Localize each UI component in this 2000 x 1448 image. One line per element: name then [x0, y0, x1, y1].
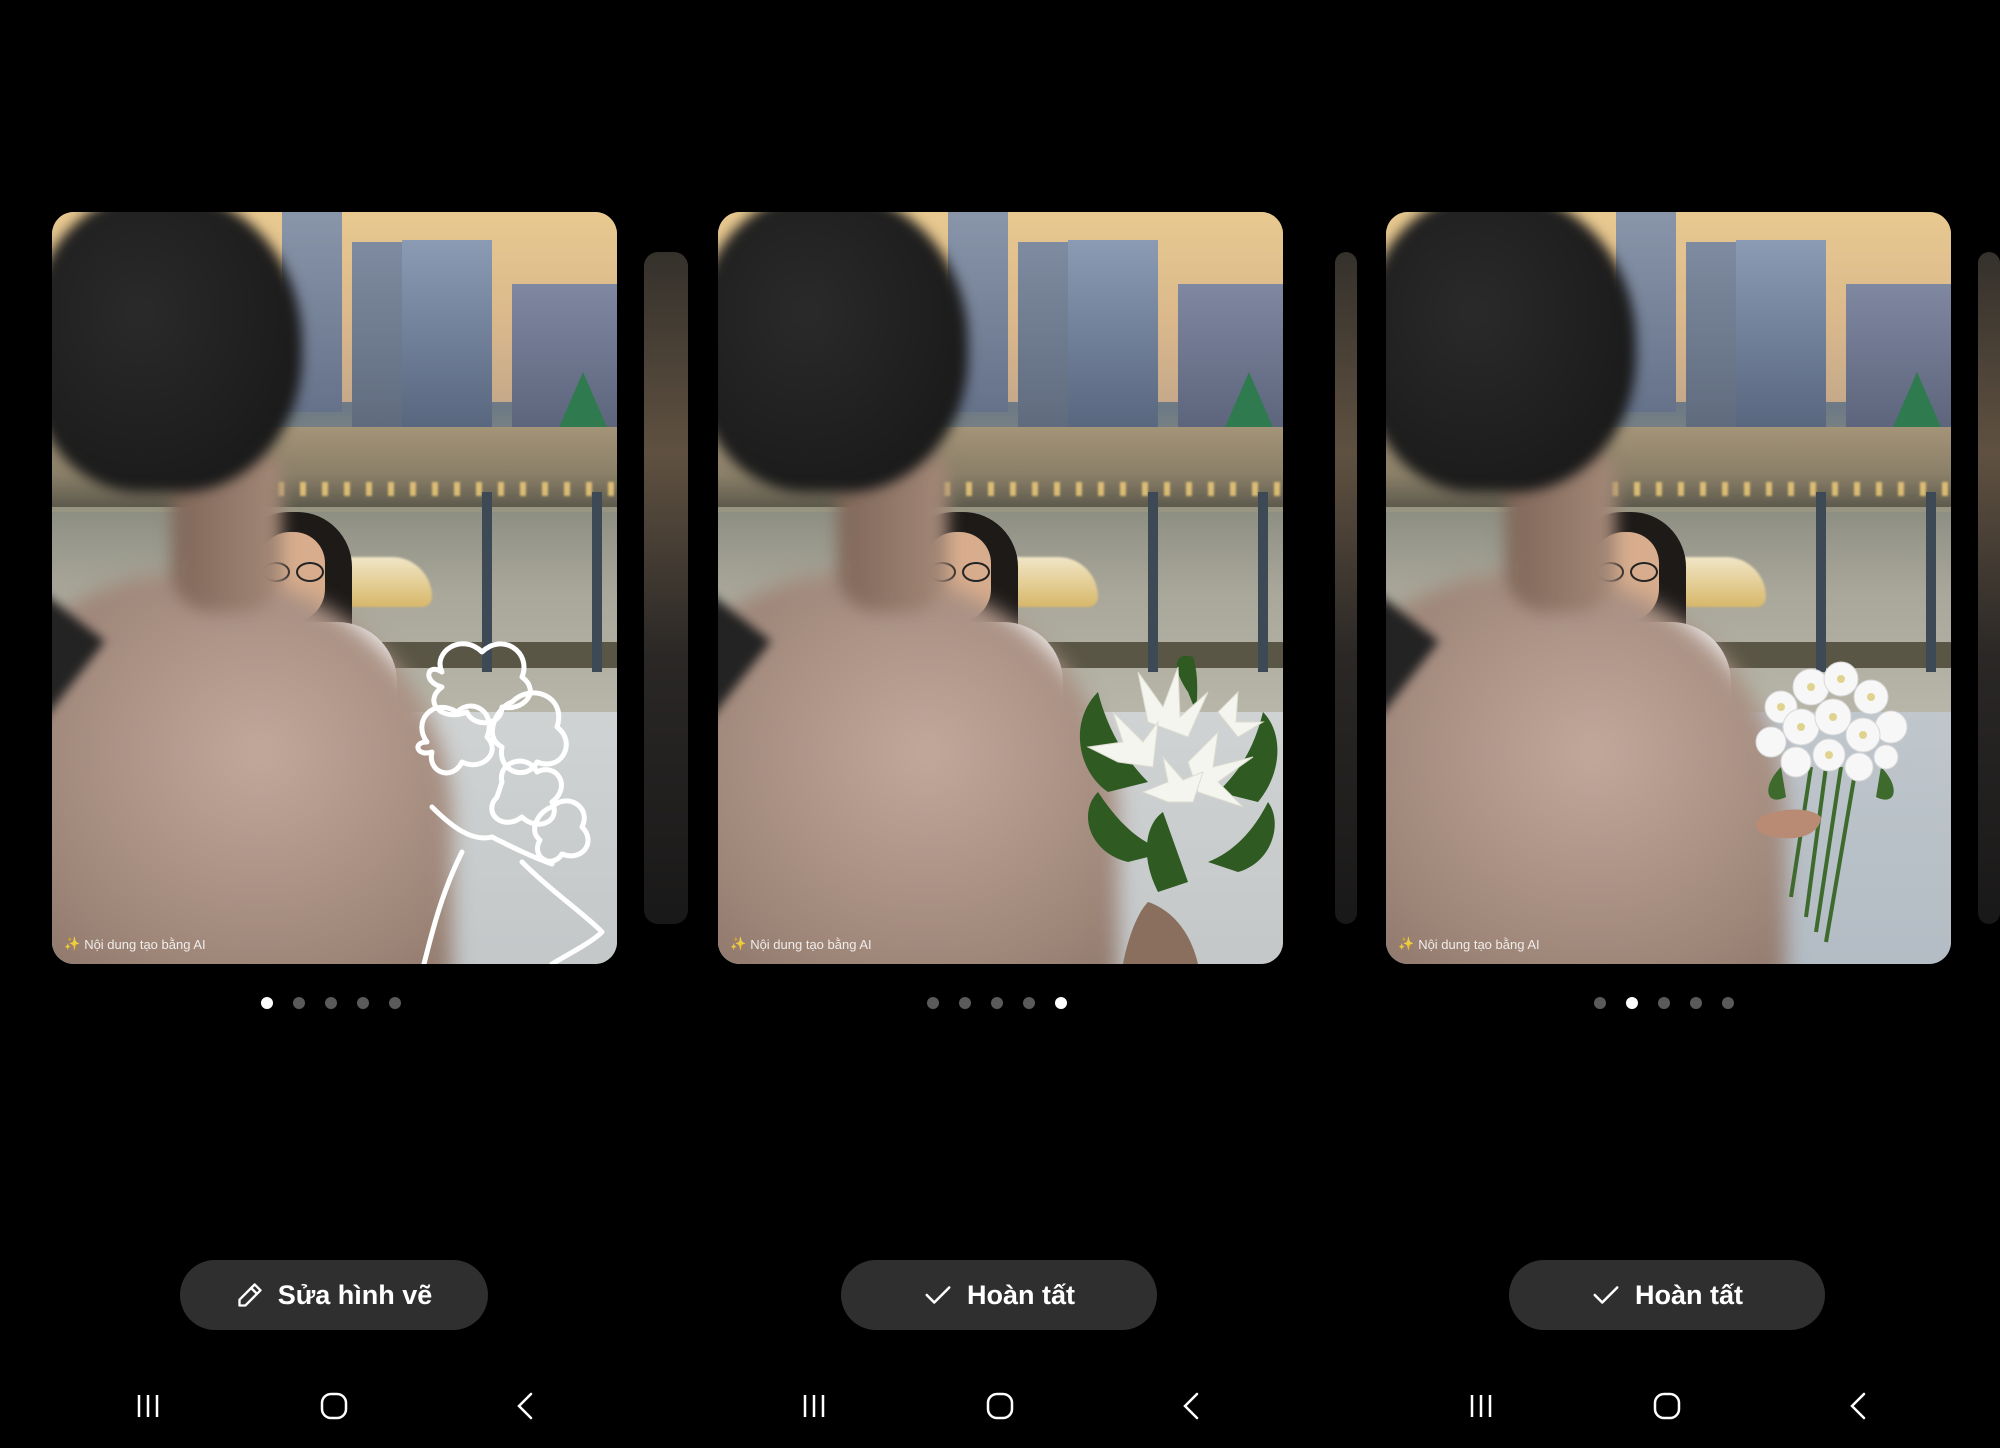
- edit-drawing-button[interactable]: Sửa hình vẽ: [180, 1260, 488, 1330]
- sparkle-icon: ✨: [64, 936, 81, 951]
- tower-roof: [557, 372, 609, 432]
- ai-content-label: ✨ Nội dung tạo bằng AI: [1398, 936, 1540, 952]
- building: [402, 240, 492, 440]
- home-icon: [320, 1392, 348, 1420]
- page-dot[interactable]: [991, 997, 1003, 1009]
- pole: [1816, 492, 1826, 672]
- sparkle-icon: ✨: [730, 936, 747, 951]
- page-dot[interactable]: [1626, 997, 1638, 1009]
- page-dot[interactable]: [1055, 997, 1067, 1009]
- page-dot[interactable]: [325, 997, 337, 1009]
- ai-content-label-text: Nội dung tạo bằng AI: [1418, 936, 1540, 952]
- edit-drawing-label: Sửa hình vẽ: [277, 1279, 433, 1310]
- page-dot[interactable]: [1690, 997, 1702, 1009]
- pole: [1926, 492, 1936, 672]
- check-icon: [925, 1286, 951, 1304]
- ai-content-label: ✨ Nội dung tạo bằng AI: [64, 936, 206, 952]
- home-button[interactable]: [316, 1386, 352, 1426]
- home-button[interactable]: [1649, 1386, 1685, 1426]
- page-dot[interactable]: [293, 997, 305, 1009]
- page-dot[interactable]: [959, 997, 971, 1009]
- page-dot[interactable]: [1023, 997, 1035, 1009]
- panel-chrysanthemum: ✨ Nội dung tạo bằng AI Hoàn tất: [1333, 0, 2000, 1448]
- done-label: Hoàn tất: [967, 1279, 1075, 1310]
- check-icon: [1593, 1286, 1619, 1304]
- page-indicator: [1594, 997, 1734, 1009]
- back-button[interactable]: [508, 1386, 544, 1426]
- page-dot[interactable]: [261, 997, 273, 1009]
- page-dot[interactable]: [1722, 997, 1734, 1009]
- home-button[interactable]: [982, 1386, 1018, 1426]
- recent-apps-icon: [803, 1395, 825, 1417]
- back-icon: [1850, 1392, 1866, 1420]
- page-dot[interactable]: [357, 997, 369, 1009]
- back-icon: [517, 1392, 533, 1420]
- recent-apps-icon: [137, 1395, 159, 1417]
- page-indicator: [927, 997, 1067, 1009]
- page-indicator: [261, 997, 401, 1009]
- done-button[interactable]: Hoàn tất: [1509, 1260, 1825, 1330]
- back-button[interactable]: [1174, 1386, 1210, 1426]
- sparkle-icon: ✨: [1398, 936, 1415, 951]
- photo-card[interactable]: ✨ Nội dung tạo bằng AI: [718, 212, 1283, 964]
- ai-content-label-text: Nội dung tạo bằng AI: [750, 936, 872, 952]
- sketch-drawing[interactable]: [402, 632, 617, 964]
- done-label: Hoàn tất: [1635, 1279, 1743, 1310]
- navigation-bar: [1333, 1386, 2000, 1426]
- man-head: [718, 212, 968, 492]
- adjacent-photo-preview[interactable]: [1978, 252, 2000, 924]
- tower-roof: [1223, 372, 1275, 432]
- pole: [1148, 492, 1158, 672]
- recent-apps-button[interactable]: [130, 1386, 166, 1426]
- navigation-bar: [666, 1386, 1333, 1426]
- recent-apps-button[interactable]: [796, 1386, 832, 1426]
- recent-apps-icon: [1470, 1395, 1492, 1417]
- back-button[interactable]: [1841, 1386, 1877, 1426]
- ai-content-label-text: Nội dung tạo bằng AI: [84, 936, 206, 952]
- tower-roof: [1891, 372, 1943, 432]
- building: [1736, 240, 1826, 440]
- man-head: [1386, 212, 1636, 492]
- building: [1068, 240, 1158, 440]
- recent-apps-button[interactable]: [1463, 1386, 1499, 1426]
- panel-sketch: ✨ Nội dung tạo bằng AI Sửa hình vẽ: [0, 0, 666, 1448]
- done-button[interactable]: Hoàn tất: [841, 1260, 1157, 1330]
- ai-content-label: ✨ Nội dung tạo bằng AI: [730, 936, 872, 952]
- navigation-bar: [0, 1386, 666, 1426]
- photo-card[interactable]: ✨ Nội dung tạo bằng AI: [52, 212, 617, 964]
- photo-card[interactable]: ✨ Nội dung tạo bằng AI: [1386, 212, 1951, 964]
- panel-lily: ✨ Nội dung tạo bằng AI Hoàn tất: [666, 0, 1333, 1448]
- pencil-icon: [238, 1283, 262, 1307]
- back-icon: [1183, 1392, 1199, 1420]
- page-dot[interactable]: [1594, 997, 1606, 1009]
- page-dot[interactable]: [389, 997, 401, 1009]
- home-icon: [986, 1392, 1014, 1420]
- pole: [1258, 492, 1268, 672]
- lily-bouquet: [1079, 655, 1278, 964]
- page-dot[interactable]: [1658, 997, 1670, 1009]
- chrysanthemum-bouquet: [1755, 661, 1908, 943]
- man-head: [52, 212, 302, 492]
- home-icon: [1653, 1392, 1681, 1420]
- page-dot[interactable]: [927, 997, 939, 1009]
